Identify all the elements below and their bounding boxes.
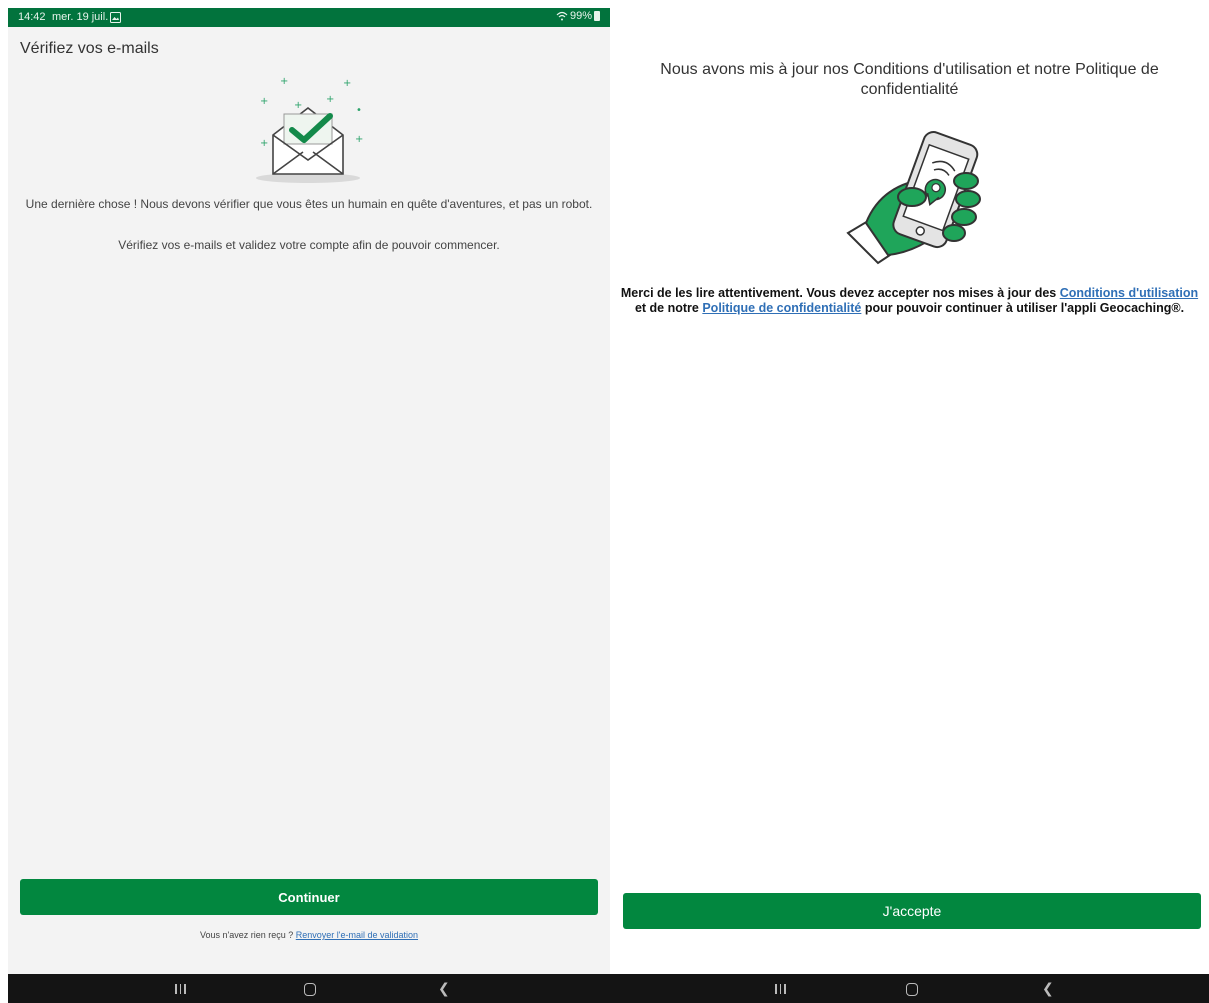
battery-icon bbox=[594, 11, 600, 21]
terms-body-text: Merci de les lire attentivement. Vous de… bbox=[620, 286, 1199, 316]
svg-text:+: + bbox=[294, 100, 302, 111]
privacy-policy-link[interactable]: Politique de confidentialité bbox=[702, 301, 861, 315]
terms-body-part3: pour pouvoir continuer à utiliser l'appl… bbox=[864, 301, 1185, 315]
hand-phone-location-icon bbox=[846, 131, 981, 265]
status-date: mer. 19 juil. bbox=[52, 11, 109, 23]
system-nav-bar: ❮ bbox=[610, 974, 1209, 1003]
status-bar: 14:42 mer. 19 juil. 99% bbox=[8, 8, 610, 27]
system-nav-bar: ❮ bbox=[8, 974, 610, 1003]
envelope-check-icon: + + + + + • + + bbox=[256, 76, 363, 183]
gallery-notification-icon bbox=[110, 12, 121, 23]
terms-heading: Nous avons mis à jour nos Conditions d'u… bbox=[660, 61, 1159, 98]
terms-update-screen: Nous avons mis à jour nos Conditions d'u… bbox=[610, 8, 1209, 1003]
svg-text:+: + bbox=[355, 134, 363, 145]
terms-body-part1: Merci de les lire attentivement. Vous de… bbox=[620, 286, 1057, 300]
resend-email-link[interactable]: Renvoyer l'e-mail de validation bbox=[296, 930, 418, 940]
svg-text:+: + bbox=[343, 78, 351, 89]
wifi-icon bbox=[556, 11, 568, 21]
accept-button[interactable]: J'accepte bbox=[623, 893, 1201, 929]
svg-text:+: + bbox=[280, 76, 288, 87]
continue-button[interactable]: Continuer bbox=[20, 879, 598, 915]
status-right-group: 99% bbox=[556, 10, 600, 22]
back-button[interactable]: ❮ bbox=[1042, 980, 1054, 997]
resend-line: Vous n'avez rien reçu ? Renvoyer l'e-mai… bbox=[8, 930, 610, 940]
home-button[interactable] bbox=[906, 983, 918, 996]
recent-apps-button[interactable] bbox=[775, 984, 786, 994]
instruction-text: Vérifiez vos e-mails et validez votre co… bbox=[118, 238, 500, 252]
status-time: 14:42 bbox=[18, 11, 46, 23]
svg-text:•: • bbox=[356, 105, 362, 116]
terms-body-part2: et de notre bbox=[634, 301, 699, 315]
svg-text:+: + bbox=[260, 96, 268, 107]
page-title: Vérifiez vos e-mails bbox=[20, 40, 159, 57]
svg-text:+: + bbox=[326, 94, 334, 105]
svg-text:+: + bbox=[260, 138, 268, 149]
resend-prompt: Vous n'avez rien reçu ? bbox=[199, 930, 294, 940]
terms-of-use-link[interactable]: Conditions d'utilisation bbox=[1060, 286, 1198, 300]
back-button[interactable]: ❮ bbox=[438, 980, 450, 997]
home-button[interactable] bbox=[304, 983, 316, 996]
explanation-text: Une dernière chose ! Nous devons vérifie… bbox=[25, 197, 593, 211]
verify-email-screen: 14:42 mer. 19 juil. 99% Vérifiez vos e-m… bbox=[8, 8, 610, 1003]
recent-apps-button[interactable] bbox=[175, 984, 186, 994]
battery-percent: 99% bbox=[569, 10, 592, 22]
